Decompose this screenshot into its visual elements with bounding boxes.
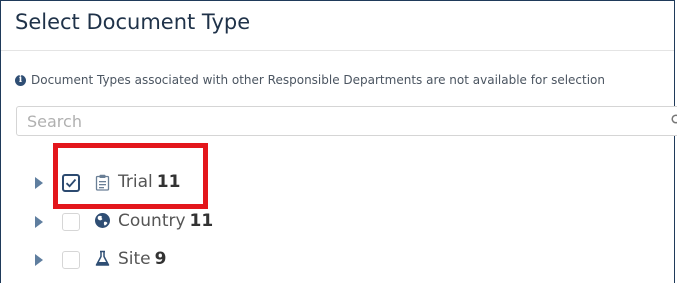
node-count: 9 [154, 249, 167, 269]
expand-arrow-icon[interactable] [35, 177, 43, 189]
flask-icon [95, 250, 110, 266]
dialog-header: Select Document Type [1, 1, 674, 51]
node-count: 11 [189, 211, 214, 231]
checkmark-icon [65, 178, 77, 188]
select-document-type-dialog: Select Document Type i Document Types as… [0, 0, 677, 283]
globe-icon [95, 213, 110, 228]
search-box[interactable] [16, 106, 677, 136]
country-checkbox[interactable] [62, 213, 80, 231]
info-icon: i [15, 74, 26, 86]
node-name: Site [118, 249, 151, 269]
tree-node-label: Site 9 [118, 249, 166, 269]
tree-node-label: Country 11 [118, 211, 213, 231]
tree-node-trial[interactable]: Trial 11 [1, 168, 676, 198]
site-checkbox[interactable] [62, 251, 80, 269]
clipboard-icon [95, 174, 110, 191]
tree-node-label: Trial 11 [118, 172, 180, 192]
dialog-title: Select Document Type [15, 10, 251, 34]
info-message: i Document Types associated with other R… [15, 73, 605, 87]
info-text: Document Types associated with other Res… [31, 73, 606, 87]
node-count: 11 [156, 172, 181, 192]
node-name: Trial [118, 172, 153, 192]
expand-arrow-icon[interactable] [35, 254, 43, 266]
search-input[interactable] [25, 111, 649, 132]
trial-checkbox[interactable] [62, 174, 80, 192]
node-name: Country [118, 211, 186, 231]
tree-node-site[interactable]: Site 9 [1, 245, 676, 275]
search-icon[interactable] [671, 114, 677, 126]
tree-node-country[interactable]: Country 11 [1, 207, 676, 237]
expand-arrow-icon[interactable] [35, 216, 43, 228]
